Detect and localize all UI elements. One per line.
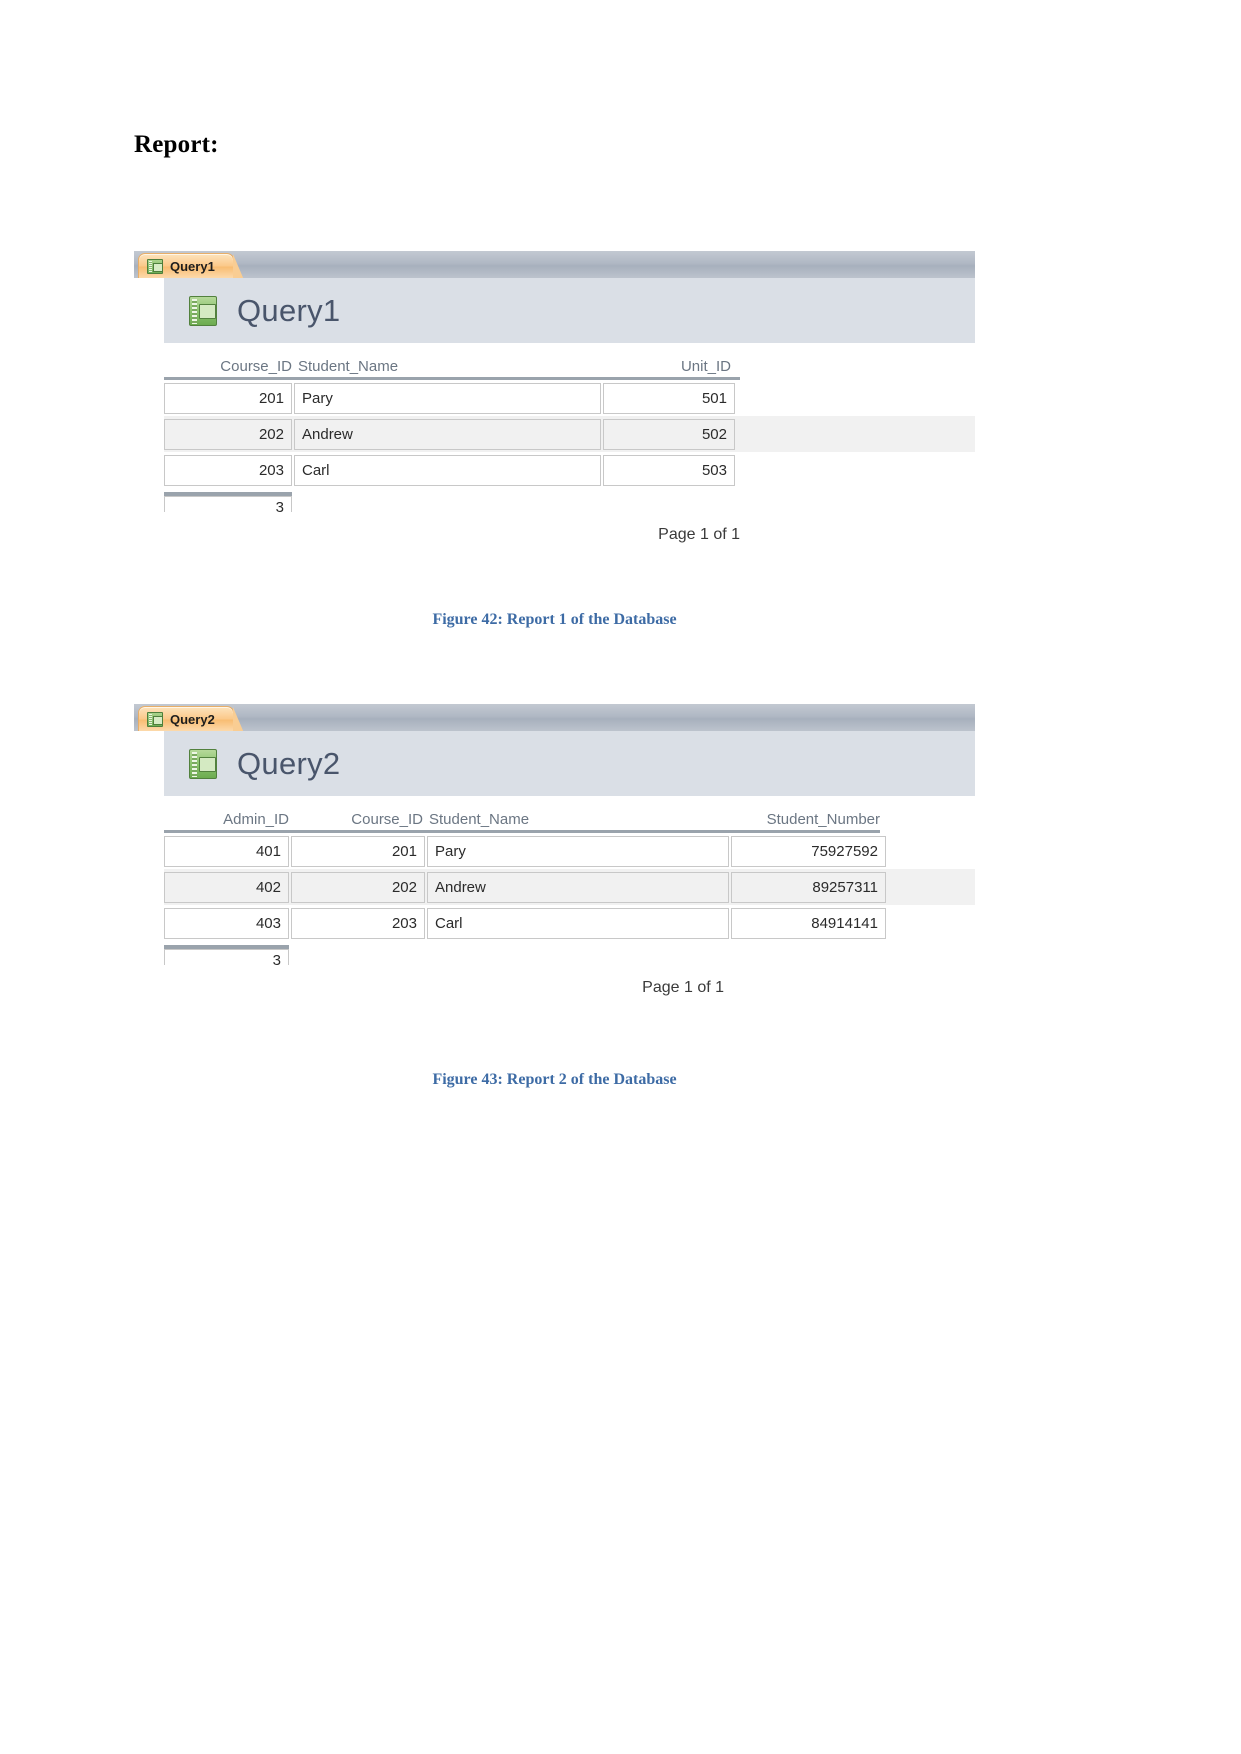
tab-query1[interactable]: Query1 bbox=[138, 253, 244, 280]
report-title: Query2 bbox=[237, 745, 341, 781]
table-row: 403 203 Carl 84914141 bbox=[164, 905, 975, 941]
report-title: Query1 bbox=[237, 292, 341, 328]
report-1-total-section: 3 bbox=[164, 492, 975, 512]
cell-admin-id: 401 bbox=[164, 835, 289, 867]
column-header-unit-id: Unit_ID bbox=[680, 358, 731, 375]
cell-course-id: 203 bbox=[164, 454, 292, 486]
report-1-column-headers: Course_ID Student_Name Unit_ID bbox=[164, 343, 975, 377]
report-2-column-headers: Admin_ID Course_ID Student_Name Student_… bbox=[164, 796, 975, 830]
cell-student-number: 75927592 bbox=[731, 835, 886, 867]
cell-student-name: Pary bbox=[294, 382, 601, 414]
cell-course-id: 201 bbox=[291, 835, 425, 867]
column-header-student-number: Student_Number bbox=[766, 811, 880, 828]
notebook-icon bbox=[189, 295, 217, 326]
cell-course-id: 202 bbox=[164, 418, 292, 450]
tab-label: Query1 bbox=[170, 259, 215, 274]
report-2-title-bar: Query2 bbox=[164, 731, 975, 796]
column-header-course-id: Course_ID bbox=[351, 811, 423, 828]
cell-student-name: Carl bbox=[427, 907, 729, 939]
table-row: 402 202 Andrew 89257311 bbox=[164, 869, 975, 905]
report-1-body: Query1 Course_ID Student_Name Unit_ID 20… bbox=[134, 278, 975, 544]
document-page: Report: Query1 Query1 Course_ID Student_… bbox=[0, 0, 1241, 1754]
cell-student-number: 89257311 bbox=[731, 871, 886, 903]
table-row: 401 201 Pary 75927592 bbox=[164, 833, 975, 869]
notebook-icon bbox=[147, 712, 163, 727]
notebook-icon bbox=[147, 259, 163, 274]
report-2-tab-strip: Query2 bbox=[134, 703, 975, 733]
cell-unit-id: 501 bbox=[603, 382, 735, 414]
page-footer: Page 1 of 1 bbox=[658, 526, 740, 543]
tab-label: Query2 bbox=[170, 712, 215, 727]
cell-unit-id: 502 bbox=[603, 418, 735, 450]
record-count: 3 bbox=[164, 949, 289, 965]
cell-student-number: 84914141 bbox=[731, 907, 886, 939]
cell-course-id: 202 bbox=[291, 871, 425, 903]
column-header-admin-id: Admin_ID bbox=[223, 811, 289, 828]
cell-student-name: Andrew bbox=[294, 418, 601, 450]
report-2-container: Query2 Query2 Admin_ID Course_ID Student… bbox=[134, 703, 975, 997]
figure-caption-43: Figure 43: Report 2 of the Database bbox=[432, 1071, 677, 1088]
cell-course-id: 201 bbox=[164, 382, 292, 414]
notebook-icon bbox=[189, 748, 217, 779]
column-header-student-name: Student_Name bbox=[429, 811, 530, 828]
column-header-course-id: Course_ID bbox=[220, 358, 292, 375]
tab-query2[interactable]: Query2 bbox=[138, 706, 244, 733]
cell-course-id: 203 bbox=[291, 907, 425, 939]
cell-admin-id: 403 bbox=[164, 907, 289, 939]
report-1-container: Query1 Query1 Course_ID Student_Name Uni… bbox=[134, 250, 975, 544]
cell-student-name: Andrew bbox=[427, 871, 729, 903]
table-row: 201 Pary 501 bbox=[164, 380, 975, 416]
report-1-title-bar: Query1 bbox=[164, 278, 975, 343]
cell-unit-id: 503 bbox=[603, 454, 735, 486]
table-row: 203 Carl 503 bbox=[164, 452, 975, 488]
column-header-student-name: Student_Name bbox=[298, 358, 399, 375]
cell-student-name: Pary bbox=[427, 835, 729, 867]
figure-caption-42: Figure 42: Report 1 of the Database bbox=[432, 611, 677, 628]
cell-student-name: Carl bbox=[294, 454, 601, 486]
record-count: 3 bbox=[164, 496, 292, 512]
report-2-body: Query2 Admin_ID Course_ID Student_Name S… bbox=[134, 731, 975, 997]
page-title: Report: bbox=[134, 131, 219, 158]
cell-admin-id: 402 bbox=[164, 871, 289, 903]
page-footer: Page 1 of 1 bbox=[642, 979, 724, 996]
report-1-tab-strip: Query1 bbox=[134, 250, 975, 280]
report-2-total-section: 3 bbox=[164, 945, 975, 965]
table-row: 202 Andrew 502 bbox=[164, 416, 975, 452]
